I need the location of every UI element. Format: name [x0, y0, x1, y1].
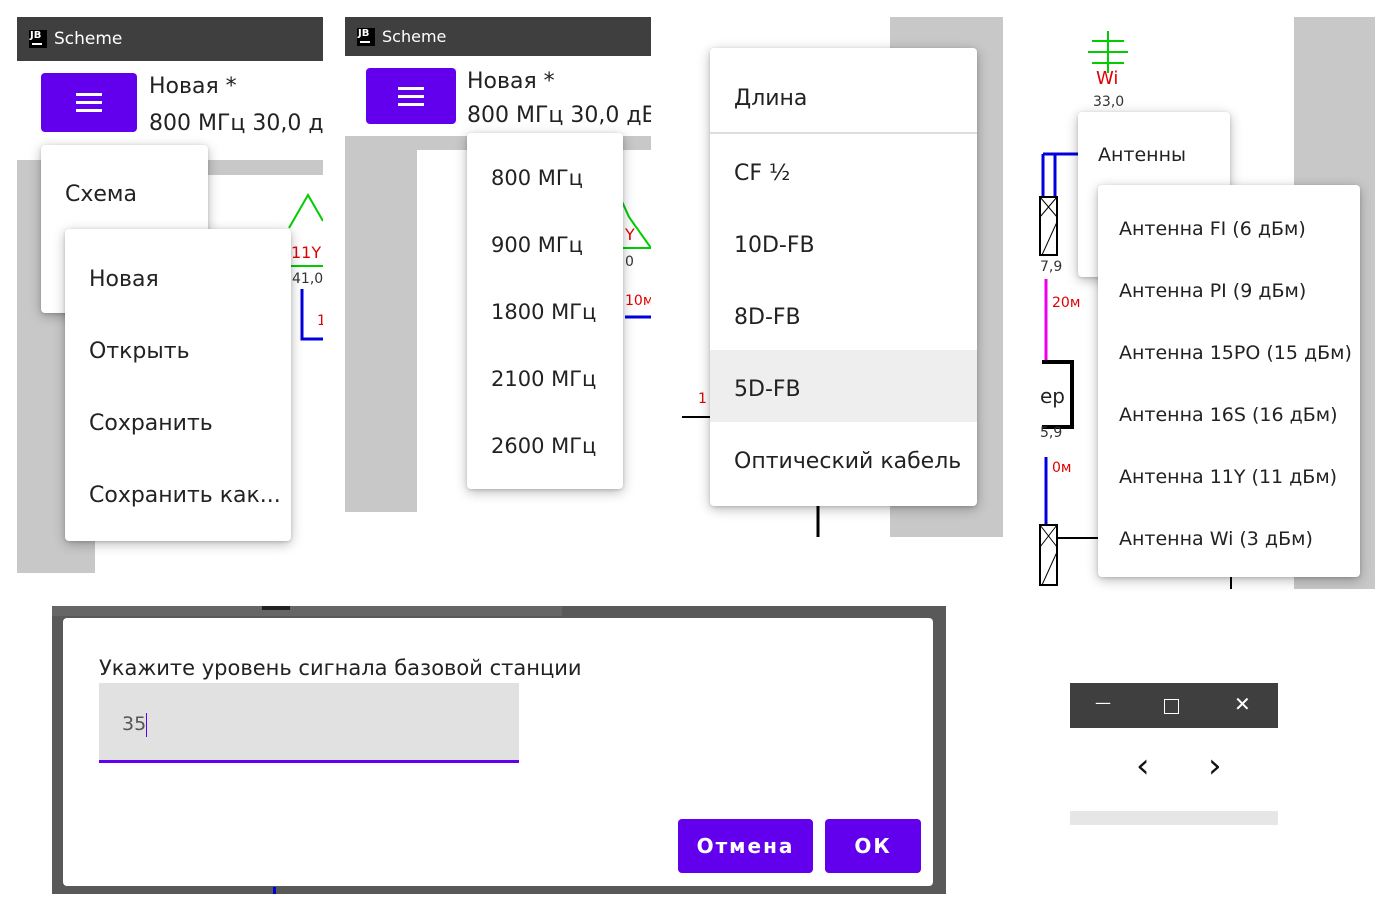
antenna-label: Y [625, 225, 635, 244]
menu-item-cf-half[interactable]: CF ½ [734, 161, 790, 186]
connector-box [1039, 196, 1058, 256]
menu-item-freq-900[interactable]: 900 МГц [491, 233, 583, 257]
text-cursor [146, 713, 147, 737]
menu-item-open[interactable]: Открыть [89, 339, 190, 364]
splitter-label: ер [1040, 384, 1065, 408]
antenna-label: Wi [1096, 68, 1119, 89]
menu-header-length[interactable]: Длина [734, 86, 807, 111]
menu-item-scheme[interactable]: Схема [65, 182, 137, 207]
cable-length-label: 20м [1052, 295, 1081, 311]
close-button[interactable]: ✕ [1234, 692, 1251, 716]
cable-length-label: 1 [317, 313, 323, 329]
menu-divider [710, 132, 977, 134]
menu-item-save-as[interactable]: Сохранить как... [89, 483, 281, 508]
dialog-backdrop-top [52, 606, 562, 616]
splitter-value: 5,9 [1040, 425, 1063, 441]
cable-length-label: 10м [625, 293, 651, 309]
cable-length-label: 1 [698, 391, 707, 407]
menu-item-antenna-15po[interactable]: Антенна 15PO (15 дБм) [1119, 342, 1352, 364]
menu-item-10d-fb[interactable]: 10D-FB [734, 233, 815, 258]
cancel-button[interactable]: Отмена [678, 819, 813, 873]
back-button[interactable]: ‹ [1136, 746, 1150, 786]
menu-item-antenna-16s[interactable]: Антенна 16S (16 дБм) [1119, 404, 1338, 426]
file-submenu: Новая Открыть Сохранить Сохранить как... [65, 229, 291, 541]
signal-level-value[interactable]: 35 [122, 713, 146, 735]
ok-button[interactable]: ОК [825, 819, 921, 873]
menu-item-freq-2100[interactable]: 2100 МГц [491, 367, 596, 391]
connector-box [1039, 524, 1058, 586]
menu-item-antennas[interactable]: Антенны [1098, 144, 1186, 166]
maximize-button[interactable] [1164, 699, 1179, 714]
antenna-value: 41,0 [292, 271, 323, 287]
antenna-value: 33,0 [1093, 94, 1125, 110]
panel-main-menu: JB Scheme Новая * 800 МГц 30,0 д 11Y 41,… [17, 17, 323, 573]
menu-item-optical-cable[interactable]: Оптический кабель [734, 449, 961, 474]
menu-item-freq-2600[interactable]: 2600 МГц [491, 434, 596, 458]
panel-window-controls: — ✕ ‹ › [1070, 683, 1278, 825]
menu-item-freq-800[interactable]: 800 МГц [491, 166, 583, 190]
antenna-wi-icon [1088, 31, 1128, 73]
menu-item-freq-1800[interactable]: 1800 МГц [491, 300, 596, 324]
frequency-menu: 800 МГц 900 МГц 1800 МГц 2100 МГц 2600 М… [467, 133, 623, 489]
forward-button[interactable]: › [1208, 746, 1222, 786]
cable-type-menu: Длина CF ½ 10D-FB 8D-FB 5D-FB Оптический… [710, 48, 977, 506]
panel-dialog: Укажите уровень сигнала базовой станции … [52, 606, 946, 894]
menu-item-antenna-pi[interactable]: Антенна PI (9 дБм) [1119, 280, 1306, 302]
cable-length-label: 0м [1052, 460, 1072, 476]
menu-item-5d-fb[interactable]: 5D-FB [734, 377, 801, 402]
dialog-backdrop-element [262, 606, 290, 610]
connector-value: 7,9 [1040, 259, 1063, 275]
menu-item-antenna-wi[interactable]: Антенна Wi (3 дБм) [1119, 528, 1313, 550]
menu-item-antenna-fi[interactable]: Антенна FI (6 дБм) [1119, 218, 1306, 240]
signal-level-field[interactable]: 35 [99, 683, 519, 763]
panel-antenna-menu: Wi 33,0 7,9 20м ер 5,9 0м Антенны Антенн… [1030, 17, 1375, 589]
antenna-submenu: Антенна FI (6 дБм) Антенна PI (9 дБм) Ан… [1098, 185, 1360, 577]
panel-frequency-menu: JB Scheme Новая * 800 МГц 30,0 дБ Y 0 10… [345, 17, 651, 512]
menu-item-8d-fb[interactable]: 8D-FB [734, 305, 801, 330]
antenna-label: 11Y [291, 243, 322, 262]
panel-cable-menu: 1 Длина CF ½ 10D-FB 8D-FB 5D-FB Оптическ… [680, 17, 1003, 537]
minimize-button[interactable]: — [1095, 693, 1111, 712]
signal-level-dialog: Укажите уровень сигнала базовой станции … [63, 618, 933, 886]
dialog-prompt: Укажите уровень сигнала базовой станции [99, 656, 582, 680]
antenna-value: 0 [625, 254, 634, 270]
dialog-backdrop-line [273, 887, 276, 894]
toolbar-bottom [1070, 811, 1278, 825]
menu-item-save[interactable]: Сохранить [89, 411, 213, 436]
antenna-triangle-icon [288, 192, 323, 229]
menu-item-new[interactable]: Новая [89, 267, 159, 292]
menu-item-antenna-11y[interactable]: Антенна 11Y (11 дБм) [1119, 466, 1337, 488]
